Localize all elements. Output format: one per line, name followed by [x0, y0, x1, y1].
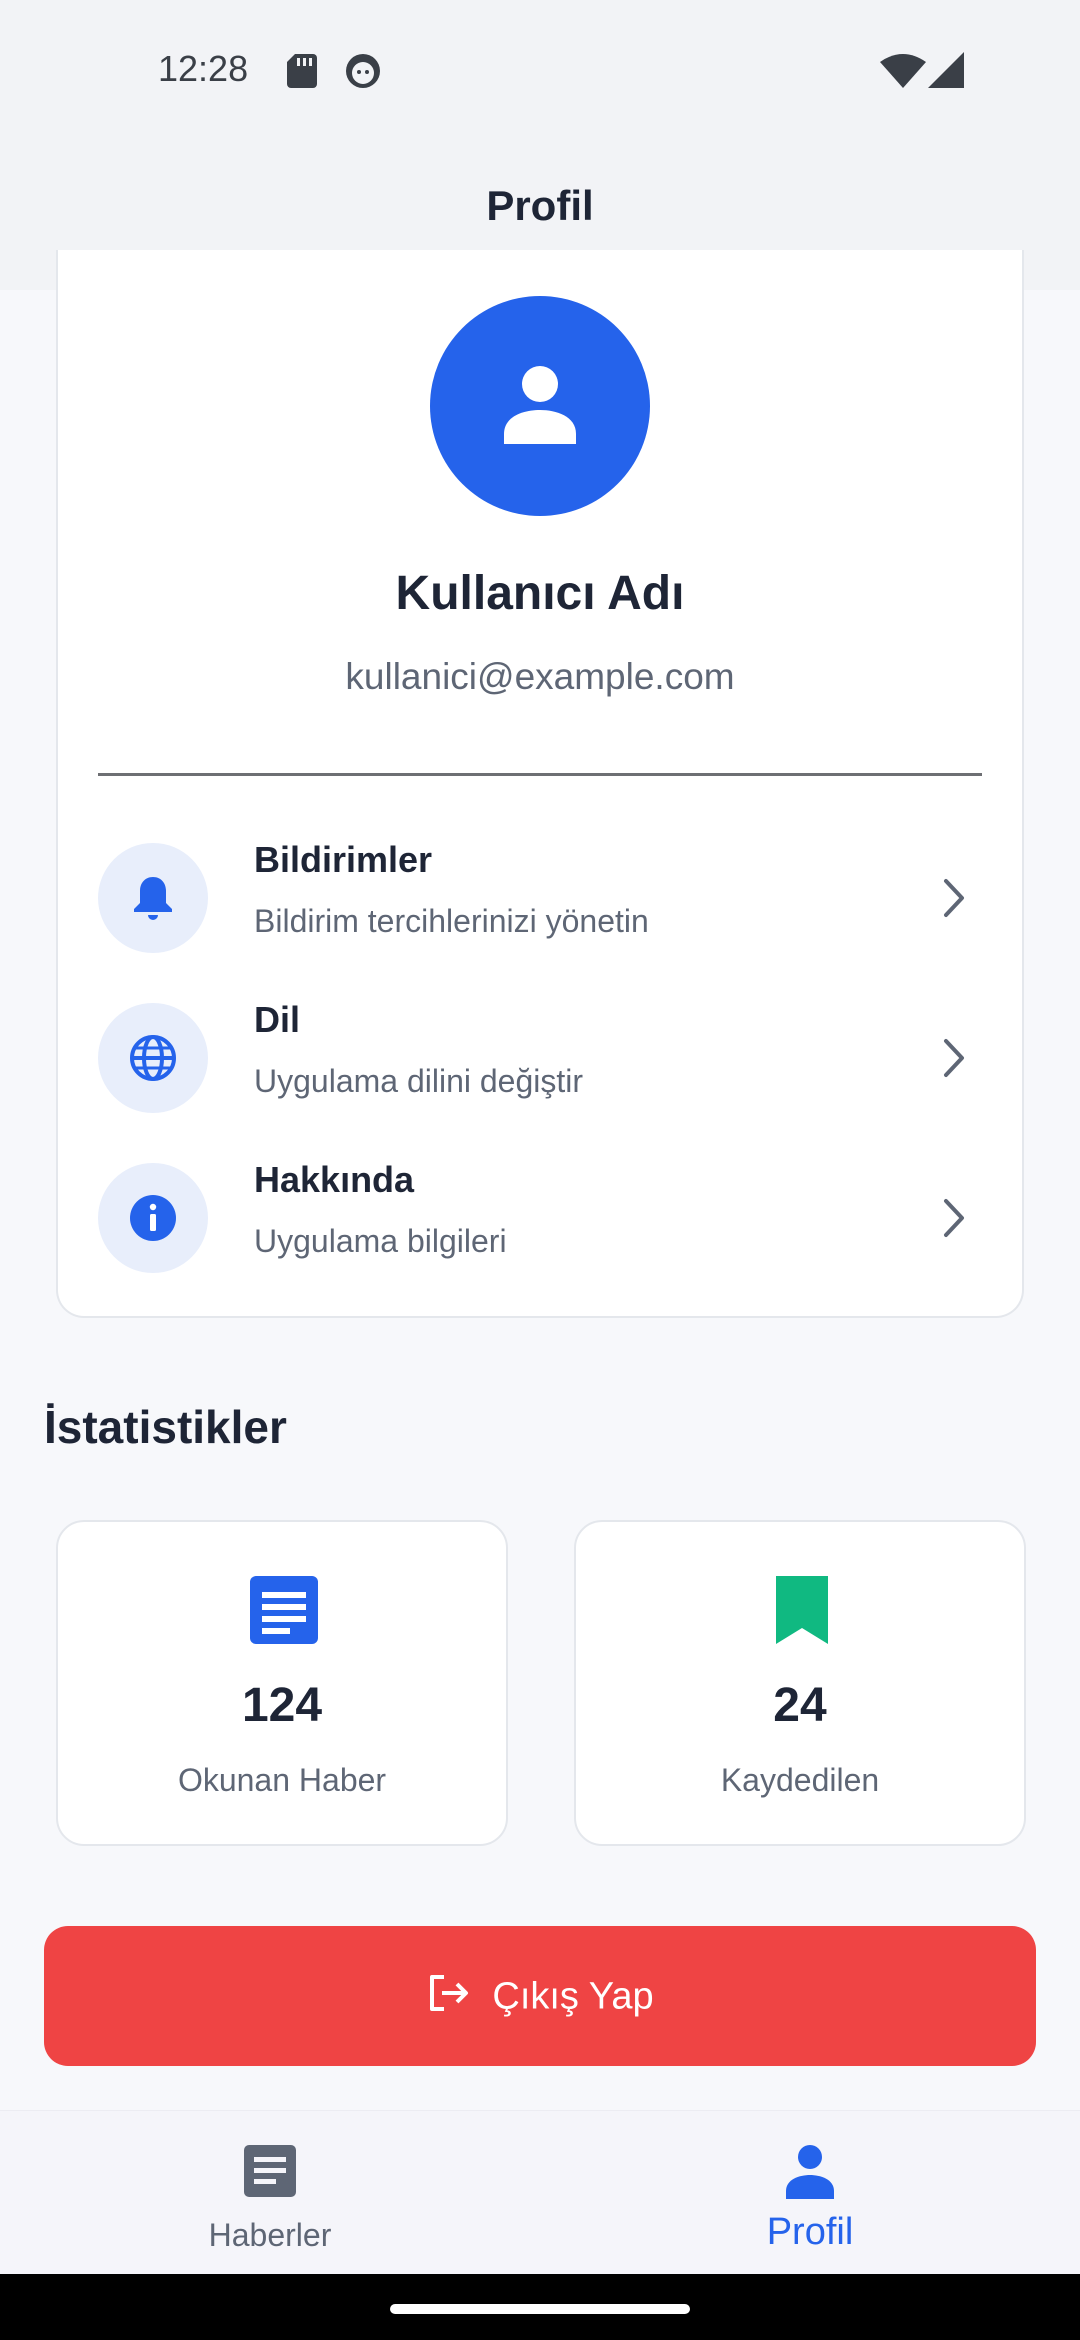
chevron-right-icon [944, 1199, 964, 1237]
nav-item-label: Profil [766, 2211, 854, 2253]
bookmark-icon [776, 1576, 828, 1644]
bottom-navigation: Haberler Profil [0, 2110, 1080, 2274]
chevron-right-icon [944, 1039, 964, 1077]
person-icon [504, 366, 576, 444]
chevron-right-icon [944, 879, 964, 917]
menu-item-subtitle: Uygulama bilgileri [254, 1223, 507, 1259]
stat-label: Kaydedilen [720, 1762, 880, 1798]
status-time: 12:28 [158, 48, 249, 89]
divider [98, 773, 982, 776]
logout-label: Çıkış Yap [492, 1975, 654, 2018]
nav-item-news[interactable]: Haberler [0, 2111, 540, 2275]
nav-item-profile[interactable]: Profil [540, 2111, 1080, 2275]
status-bar: 12:28 [0, 0, 1080, 140]
user-email: kullanici@example.com [345, 656, 735, 697]
stat-value: 24 [773, 1679, 827, 1732]
nav-item-label: Haberler [208, 2217, 332, 2253]
menu-item-language[interactable]: Dil Uygulama dilini değiştir [98, 995, 982, 1125]
statistics-heading: İstatistikler [44, 1401, 287, 1453]
signal-icon [928, 52, 964, 88]
menu-item-title: Dil [254, 999, 301, 1040]
menu-item-subtitle: Bildirim tercihlerinizi yönetin [254, 903, 649, 939]
stat-value: 124 [241, 1679, 323, 1732]
gesture-bar [0, 2274, 1080, 2340]
user-name: Kullanıcı Adı [395, 567, 685, 620]
stat-card-saved: 24 Kaydedilen [574, 1520, 1026, 1846]
menu-item-title: Bildirimler [254, 839, 433, 880]
article-icon [250, 1576, 318, 1644]
stat-label: Okunan Haber [177, 1762, 387, 1798]
logout-icon [430, 1974, 469, 2011]
menu-item-title: Hakkında [254, 1159, 415, 1200]
wifi-icon [880, 54, 926, 88]
stat-card-read-news: 124 Okunan Haber [56, 1520, 508, 1846]
menu-item-subtitle: Uygulama dilini değiştir [254, 1063, 584, 1099]
face-icon [346, 54, 380, 88]
info-icon [130, 1195, 176, 1241]
sd-card-icon [287, 54, 317, 88]
avatar [430, 296, 650, 516]
home-gesture-handle[interactable] [390, 2304, 690, 2314]
person-icon [786, 2145, 834, 2199]
menu-item-notifications[interactable]: Bildirimler Bildirim tercihlerinizi yöne… [98, 835, 982, 965]
menu-item-about[interactable]: Hakkında Uygulama bilgileri [98, 1155, 982, 1285]
logout-button[interactable]: Çıkış Yap [44, 1926, 1036, 2066]
article-icon [244, 2145, 296, 2197]
globe-icon [130, 1035, 176, 1081]
bell-icon [134, 877, 172, 920]
page-title: Profil [486, 182, 594, 229]
